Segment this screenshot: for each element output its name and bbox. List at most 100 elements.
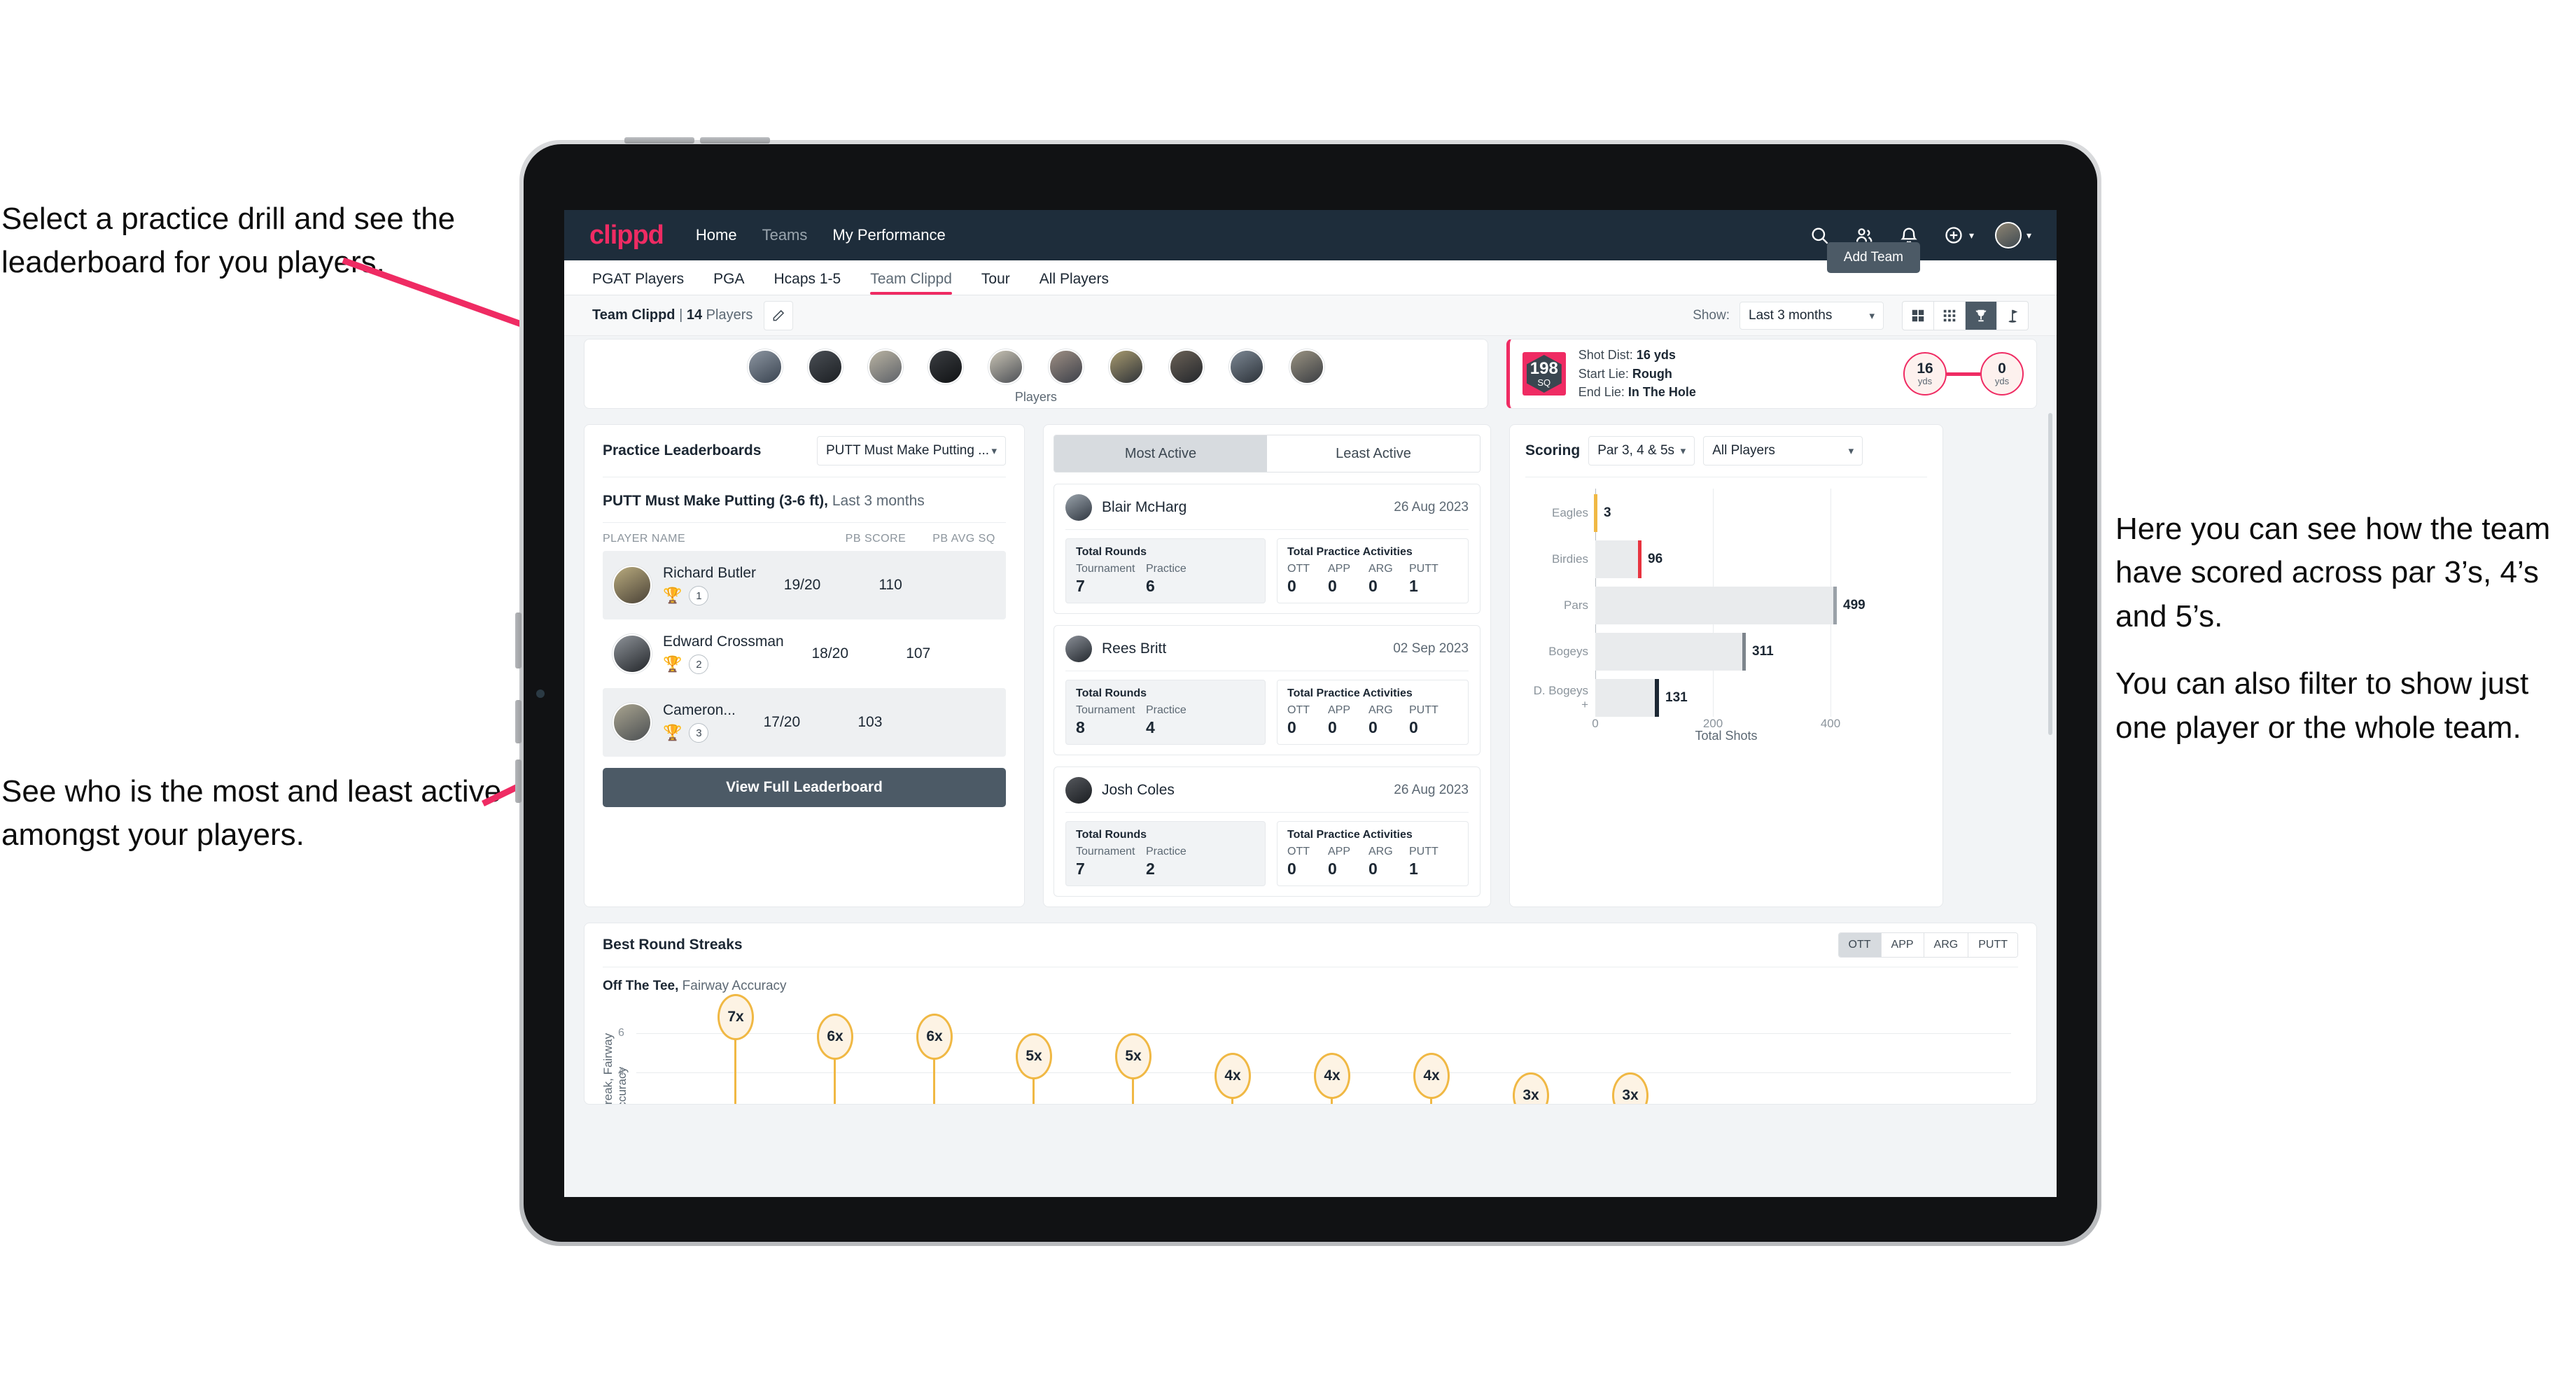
avatar[interactable] <box>1168 349 1204 384</box>
bar-label: Birdies <box>1552 552 1588 566</box>
team-player-count: 14 <box>686 307 703 323</box>
player-filter-select[interactable]: All Players ▾ <box>1703 436 1863 465</box>
streak-marker[interactable]: 4x <box>1214 1053 1251 1099</box>
team-players-word: Players <box>706 307 753 323</box>
toggle-arg[interactable]: ARG <box>1924 933 1969 957</box>
avatar-chevron-down-icon[interactable]: ▾ <box>2026 230 2031 241</box>
period-select-value: Last 3 months <box>1749 307 1833 323</box>
y-tick-6: 6 <box>618 1027 624 1039</box>
stat-label: ARG <box>1368 563 1393 575</box>
avatar[interactable] <box>807 349 843 384</box>
total-rounds-label: Total Rounds <box>1076 687 1147 699</box>
search-icon[interactable] <box>1809 225 1830 246</box>
table-row[interactable]: Edward Crossman 🏆 2 18/20 107 <box>603 620 1006 688</box>
streak-marker[interactable]: 5x <box>1016 1033 1052 1079</box>
activity-player-header: Josh Coles 26 Aug 2023 <box>1065 777 1469 804</box>
scoring-chart-card: Scoring Par 3, 4 & 5s ▾ All Players ▾ Ea… <box>1509 424 1943 907</box>
avatar[interactable] <box>988 349 1023 384</box>
tablet-side-button-2 <box>515 700 522 743</box>
streak-marker[interactable]: 4x <box>1314 1053 1350 1099</box>
table-row[interactable]: Richard Butler 🏆 1 19/20 110 <box>603 551 1006 620</box>
list-item[interactable]: Rees Britt 02 Sep 2023 Total Rounds Tour… <box>1054 625 1480 755</box>
toggle-app[interactable]: APP <box>1881 933 1924 957</box>
plus-circle-icon[interactable] <box>1943 225 1964 246</box>
grid-large-icon[interactable] <box>1903 301 1934 330</box>
tab-all-players[interactable]: All Players <box>1040 271 1109 295</box>
tab-pga[interactable]: PGA <box>713 271 744 295</box>
streaks-category-toggle: OTT APP ARG PUTT <box>1837 932 2018 958</box>
leaderboard-player-2: Edward Crossman 🏆 2 <box>663 634 784 674</box>
flag-icon[interactable] <box>1997 302 2028 330</box>
streak-marker[interactable]: 6x <box>817 1014 853 1060</box>
clippd-logo[interactable]: clippd <box>589 220 664 251</box>
grid-small-icon[interactable] <box>1934 301 1966 330</box>
streak-marker[interactable]: 5x <box>1115 1033 1152 1079</box>
par-filter-select[interactable]: Par 3, 4 & 5s ▾ <box>1588 436 1695 465</box>
drill-select[interactable]: PUTT Must Make Putting ... ▾ <box>817 436 1006 465</box>
stat-label: Tournament <box>1076 846 1135 858</box>
app-screen: clippd Home Teams My Performance ▾ ▾ PGA… <box>564 210 2057 1197</box>
add-team-button[interactable]: Add Team <box>1826 242 1920 273</box>
streak-marker[interactable]: 4x <box>1413 1053 1450 1099</box>
leaderboard-column-headers: PLAYER NAME PB SCORE PB AVG SQ <box>603 523 1006 551</box>
tab-team-clippd[interactable]: Team Clippd <box>870 271 952 295</box>
streak-marker[interactable]: 3x <box>1612 1072 1648 1104</box>
table-row[interactable]: Cameron... 🏆 3 17/20 103 <box>603 688 1006 757</box>
avatar[interactable] <box>747 349 783 384</box>
avatar[interactable] <box>1048 349 1084 384</box>
avatar[interactable] <box>1994 222 2022 248</box>
streaks-title: Best Round Streaks <box>603 937 743 953</box>
streak-marker[interactable]: 3x <box>1513 1072 1549 1104</box>
end-lie-row: End Lie: In The Hole <box>1578 383 1696 402</box>
arg-stat: ARG 0 <box>1368 704 1409 737</box>
toggle-ott[interactable]: OTT <box>1838 933 1882 957</box>
view-full-leaderboard-button[interactable]: View Full Leaderboard <box>603 768 1006 807</box>
bar-value: 3 <box>1604 505 1611 520</box>
list-item[interactable]: Josh Coles 26 Aug 2023 Total Rounds Tour… <box>1054 766 1480 897</box>
avatar[interactable] <box>927 349 963 384</box>
nav-link-home[interactable]: Home <box>696 226 737 244</box>
leaderboard-player-3: Cameron... 🏆 3 <box>663 702 736 743</box>
shot-dist-label: Shot Dist: <box>1578 348 1633 363</box>
avatar[interactable] <box>1289 349 1324 384</box>
nav-link-my-performance[interactable]: My Performance <box>832 226 945 244</box>
edit-pencil-icon[interactable] <box>764 300 794 330</box>
trophy-icon: 🏆 <box>663 724 682 741</box>
ott-stat: OTT 0 <box>1287 563 1328 596</box>
nav-link-teams[interactable]: Teams <box>762 226 808 244</box>
stat-value: 0 <box>1409 718 1418 736</box>
bar-row-bogeys: Bogeys 311 <box>1525 633 1927 671</box>
avatar[interactable] <box>867 349 903 384</box>
period-select[interactable]: Last 3 months ▾ <box>1740 301 1884 330</box>
tab-most-active[interactable]: Most Active <box>1054 435 1267 472</box>
bar-value: 311 <box>1752 644 1774 659</box>
last-activity-date: 26 Aug 2023 <box>1394 500 1469 514</box>
avatar[interactable] <box>1228 349 1264 384</box>
shot-end-value: 0 <box>1998 360 2006 377</box>
shot-distance-visual: 16 yds 0 yds <box>1903 352 2024 396</box>
list-item[interactable]: Blair McHarg 26 Aug 2023 Total Rounds To… <box>1054 484 1480 614</box>
shot-start-value: 16 <box>1917 360 1933 377</box>
player-name: Cameron... <box>663 702 736 718</box>
practice-stat: Practice 6 <box>1146 563 1216 596</box>
tab-hcaps-1-5[interactable]: Hcaps 1-5 <box>774 271 841 295</box>
divider <box>1065 529 1469 530</box>
trophy-icon[interactable] <box>1966 301 1997 330</box>
content-scrollbar[interactable] <box>2048 413 2052 735</box>
plus-chevron-down-icon[interactable]: ▾ <box>1969 230 1974 241</box>
toggle-putt[interactable]: PUTT <box>1968 933 2017 957</box>
streak-marker[interactable]: 6x <box>916 1014 953 1060</box>
stat-label: OTT <box>1287 704 1310 716</box>
bar <box>1594 494 1597 532</box>
tab-least-active[interactable]: Least Active <box>1267 435 1480 472</box>
avatar[interactable] <box>1108 349 1144 384</box>
stat-label: Practice <box>1146 563 1186 575</box>
tab-tour[interactable]: Tour <box>981 271 1010 295</box>
x-tick-0: 0 <box>1592 717 1599 730</box>
chevron-down-icon: ▾ <box>1680 445 1686 457</box>
total-rounds-values: Tournament 7 Practice 2 <box>1076 846 1255 878</box>
chevron-down-icon: ▾ <box>1848 445 1854 457</box>
practice-activities-label: Total Practice Activities <box>1287 687 1413 699</box>
tab-pgat-players[interactable]: PGAT Players <box>592 271 684 295</box>
streak-marker[interactable]: 7x <box>718 994 754 1040</box>
